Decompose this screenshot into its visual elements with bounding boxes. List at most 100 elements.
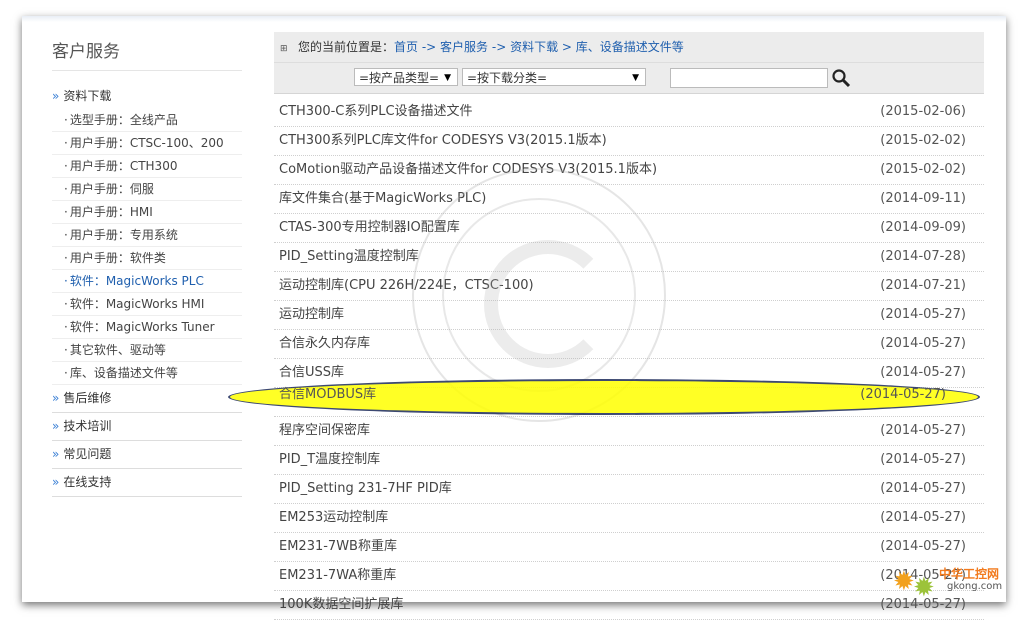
file-row[interactable]: CTH300系列PLC库文件for CODESYS V3(2015.1版本) (2… (274, 127, 984, 156)
sidebar-sub-item[interactable]: · 选型手册：全线产品 (52, 109, 242, 132)
file-row[interactable]: 100K数据空间扩展库 (2014-05-27) (274, 591, 984, 620)
file-name-link[interactable]: 运动控制库(CPU 226H/224E，CTSC-100) (279, 272, 534, 300)
bullet-icon: · (64, 366, 68, 380)
bullet-icon: · (64, 228, 68, 242)
download-category-select[interactable]: =按下载分类= ▼ (462, 68, 646, 86)
sidebar-sub-item-label: 软件：MagicWorks PLC (69, 274, 204, 288)
gkong-logo: ✹ ✹ 中华工控网 gkong.com (885, 563, 1010, 603)
breadcrumb-prefix: 您的当前位置是： (298, 40, 395, 54)
search-input[interactable] (670, 68, 828, 88)
file-name-link[interactable]: 程序空间保密库 (279, 417, 370, 445)
file-date: (2015-02-02) (880, 133, 966, 148)
chevron-icon: » (52, 475, 60, 489)
file-date: (2015-02-06) (880, 104, 966, 119)
file-row[interactable]: CTAS-300专用控制器IO配置库 (2014-09-09) (274, 214, 984, 243)
sidebar-sub-item-label: 用户手册：伺服 (69, 182, 154, 196)
file-row[interactable]: 合信永久内存库 (2014-05-27) (274, 330, 984, 359)
bullet-icon: · (64, 182, 68, 196)
sidebar-title: 客户服务 (52, 38, 242, 71)
file-row[interactable]: 运动控制库 (2014-05-27) (274, 301, 984, 330)
file-date: (2014-05-27) (880, 336, 966, 351)
sidebar-sub-item[interactable]: · 其它软件、驱动等 (52, 339, 242, 362)
search-icon (832, 69, 851, 88)
file-date: (2014-07-28) (880, 249, 966, 264)
search-button[interactable] (830, 67, 852, 89)
product-type-select[interactable]: =按产品类型= ▼ (354, 68, 458, 86)
sidebar-section-label: 常见问题 (63, 447, 112, 461)
file-name-link[interactable]: 100K数据空间扩展库 (279, 591, 403, 619)
file-row[interactable]: EM231-7WA称重库 (2014-05-27) (274, 562, 984, 591)
file-row[interactable]: CoMotion驱动产品设备描述文件for CODESYS V3(2015.1版… (274, 156, 984, 185)
sidebar-section-repair[interactable]: » 售后维修 (52, 385, 242, 413)
file-name-link[interactable]: PID_Setting温度控制库 (279, 243, 419, 271)
bullet-icon: · (64, 136, 68, 150)
file-date: (2014-05-27) (880, 539, 966, 554)
chevron-icon: » (52, 419, 60, 433)
file-row[interactable]: EM231-7WB称重库 (2014-05-27) (274, 533, 984, 562)
sidebar-sub-item-label: 用户手册：专用系统 (69, 228, 178, 242)
sidebar-sub-item[interactable]: · 用户手册：CTH300 (52, 155, 242, 178)
sidebar-section-downloads[interactable]: » 资料下载 (52, 83, 242, 109)
file-name-link[interactable]: CTAS-300专用控制器IO配置库 (279, 214, 460, 242)
file-name-link[interactable]: EM231-7WA称重库 (279, 562, 396, 590)
file-name-link[interactable]: PID_T温度控制库 (279, 446, 380, 474)
sidebar-sub-item[interactable]: · 用户手册：软件类 (52, 247, 242, 270)
dropdown-arrow-icon: ▼ (444, 73, 451, 83)
file-date: (2014-09-09) (880, 220, 966, 235)
dropdown-arrow-icon: ▼ (632, 73, 639, 83)
sidebar-sub-item[interactable]: · 库、设备描述文件等 (52, 362, 242, 385)
file-name-link[interactable]: CTH300-C系列PLC设备描述文件 (279, 98, 473, 126)
file-date: (2014-07-21) (880, 278, 966, 293)
sidebar-sub-item[interactable]: · 用户手册：CTSC-100、200 (52, 132, 242, 155)
highlighted-row-overlay[interactable]: 合信MODBUS库 (2014-05-27) (279, 381, 969, 409)
file-name-link[interactable]: 运动控制库 (279, 301, 344, 329)
logo-text-cn: 中华工控网 (939, 567, 1000, 581)
chevron-icon: » (52, 447, 60, 461)
file-row[interactable]: 运动控制库(CPU 226H/224E，CTSC-100) (2014-07-21… (274, 272, 984, 301)
file-name-link[interactable]: EM253运动控制库 (279, 504, 388, 532)
sidebar-section-label: 在线支持 (63, 475, 112, 489)
breadcrumb-separator: -> (418, 40, 441, 54)
file-row[interactable]: PID_Setting 231-7HF PID库 (2014-05-27) (274, 475, 984, 504)
file-row[interactable]: 程序空间保密库 (2014-05-27) (274, 417, 984, 446)
breadcrumb-service-link[interactable]: 客户服务 (440, 40, 488, 54)
sidebar-sub-item[interactable]: · 软件：MagicWorks Tuner (52, 316, 242, 339)
file-row[interactable]: PID_Setting温度控制库 (2014-07-28) (274, 243, 984, 272)
sidebar-sub-item[interactable]: · 用户手册：专用系统 (52, 224, 242, 247)
sidebar-section-label: 售后维修 (63, 391, 112, 405)
chevron-icon: » (52, 391, 60, 405)
file-name-link[interactable]: EM231-7WB称重库 (279, 533, 397, 561)
download-category-value: =按下载分类= (467, 71, 548, 85)
bullet-icon: · (64, 205, 68, 219)
file-row[interactable]: 库文件集合(基于MagicWorks PLC) (2014-09-11) (274, 185, 984, 214)
file-row[interactable]: PID_T温度控制库 (2014-05-27) (274, 446, 984, 475)
sidebar-sub-item[interactable]: · 用户手册：HMI (52, 201, 242, 224)
breadcrumb-home-link[interactable]: 首页 (394, 40, 418, 54)
file-row[interactable]: CTH300-C系列PLC设备描述文件 (2015-02-06) (274, 98, 984, 127)
breadcrumb-current[interactable]: 库、设备描述文件等 (576, 40, 684, 54)
sidebar-section-label: 资料下载 (63, 89, 112, 103)
bullet-icon: · (64, 274, 68, 288)
sidebar-sub-item-label: 软件：MagicWorks HMI (69, 297, 205, 311)
breadcrumb-download-link[interactable]: 资料下载 (510, 40, 558, 54)
sidebar-sub-item[interactable]: · 软件：MagicWorks PLC (52, 270, 242, 293)
bullet-icon: · (64, 251, 68, 265)
file-name-link[interactable]: 库文件集合(基于MagicWorks PLC) (279, 185, 486, 213)
file-name-link[interactable]: PID_Setting 231-7HF PID库 (279, 475, 452, 503)
bullet-icon: · (64, 320, 68, 334)
file-row[interactable]: EM253运动控制库 (2014-05-27) (274, 504, 984, 533)
sidebar-section-support[interactable]: » 在线支持 (52, 469, 242, 497)
home-icon: ⊞ (280, 44, 288, 54)
file-name-link[interactable]: CTH300系列PLC库文件for CODESYS V3(2015.1版本) (279, 127, 607, 155)
file-name-link[interactable]: 合信永久内存库 (279, 330, 370, 358)
gear-icon: ✹ (913, 573, 935, 603)
file-date: (2014-05-27) (880, 423, 966, 438)
filter-bar: =按产品类型= ▼ =按下载分类= ▼ (274, 63, 984, 94)
sidebar-section-faq[interactable]: » 常见问题 (52, 441, 242, 469)
sidebar-sub-item[interactable]: · 用户手册：伺服 (52, 178, 242, 201)
sidebar-sub-item[interactable]: · 软件：MagicWorks HMI (52, 293, 242, 316)
file-date: (2014-05-27) (880, 307, 966, 322)
sidebar-section-training[interactable]: » 技术培训 (52, 413, 242, 441)
file-name-link[interactable]: CoMotion驱动产品设备描述文件for CODESYS V3(2015.1版… (279, 156, 657, 184)
product-type-value: =按产品类型= (359, 71, 440, 85)
